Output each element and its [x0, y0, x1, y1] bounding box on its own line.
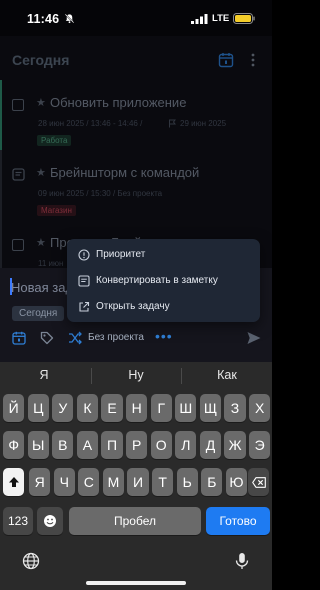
shuffle-icon[interactable]: [68, 331, 82, 345]
letter-key[interactable]: Ж: [224, 431, 246, 459]
backspace-key[interactable]: [248, 468, 269, 496]
menu-item-label: Приоритет: [96, 249, 146, 260]
external-link-icon: [79, 301, 90, 312]
letter-key[interactable]: Е: [101, 394, 123, 422]
letter-key[interactable]: В: [52, 431, 74, 459]
shift-key[interactable]: [3, 468, 24, 496]
letter-key[interactable]: Х: [249, 394, 271, 422]
date-chip[interactable]: Сегодня: [12, 306, 65, 321]
letter-key[interactable]: Я: [29, 468, 51, 496]
letter-key[interactable]: Щ: [199, 394, 222, 422]
microphone-icon[interactable]: [233, 552, 251, 570]
status-time: 11:46: [27, 12, 60, 26]
signal-icon: [191, 14, 208, 24]
numbers-key[interactable]: 123: [3, 507, 33, 535]
status-bar: 11:46 LTE: [0, 0, 272, 36]
letter-key[interactable]: Г: [150, 394, 172, 422]
project-selector[interactable]: Без проекта: [88, 332, 144, 343]
letter-key[interactable]: Б: [201, 468, 223, 496]
bell-slash-icon: [64, 13, 75, 24]
letter-key[interactable]: К: [76, 394, 99, 422]
calendar-icon[interactable]: [12, 331, 26, 345]
suggestion[interactable]: Я: [14, 368, 74, 382]
send-icon[interactable]: [246, 330, 262, 346]
letter-key[interactable]: М: [102, 468, 125, 496]
more-horizontal-icon[interactable]: •••: [155, 328, 173, 344]
menu-item-convert-to-note[interactable]: Конвертировать в заметку: [67, 268, 260, 294]
suggestion-divider: [181, 368, 182, 384]
letter-key[interactable]: И: [127, 468, 149, 496]
letter-key[interactable]: Ь: [176, 468, 198, 496]
tag-icon[interactable]: [40, 331, 54, 345]
letter-key[interactable]: О: [150, 431, 172, 459]
letter-key[interactable]: З: [224, 394, 246, 422]
note-icon: [78, 275, 90, 287]
letter-key[interactable]: Э: [249, 431, 271, 459]
context-menu: Приоритет Конвертировать в заметку Откры…: [67, 239, 260, 322]
space-key[interactable]: Пробел: [69, 507, 201, 535]
shift-icon: [8, 477, 19, 487]
menu-item-label: Конвертировать в заметку: [96, 275, 218, 286]
letter-key[interactable]: Й: [3, 394, 25, 422]
letter-key[interactable]: Ю: [225, 468, 248, 496]
info-circle-icon: [78, 249, 90, 261]
backspace-icon: [251, 477, 266, 488]
done-key[interactable]: Готово: [206, 507, 270, 535]
emoji-icon: [44, 515, 56, 527]
menu-item-priority[interactable]: Приоритет: [67, 242, 260, 268]
letter-key[interactable]: Р: [126, 431, 148, 459]
letter-key[interactable]: Д: [199, 431, 222, 459]
emoji-key[interactable]: [37, 507, 63, 535]
network-type: LTE: [212, 13, 230, 24]
globe-icon[interactable]: [22, 552, 40, 570]
letter-key[interactable]: С: [78, 468, 100, 496]
suggestion-divider: [91, 368, 92, 384]
letter-key[interactable]: Ш: [175, 394, 197, 422]
letter-key[interactable]: Ы: [27, 431, 49, 459]
letter-key[interactable]: П: [101, 431, 123, 459]
letter-key[interactable]: Ц: [27, 394, 49, 422]
letter-key[interactable]: Ф: [3, 431, 25, 459]
letter-key[interactable]: А: [76, 431, 99, 459]
suggestion[interactable]: Ну: [106, 368, 166, 382]
letter-key[interactable]: Ч: [53, 468, 75, 496]
menu-item-label: Открыть задачу: [96, 301, 170, 312]
letter-key[interactable]: Т: [152, 468, 174, 496]
suggestion[interactable]: Как: [197, 368, 257, 382]
home-indicator: [86, 581, 186, 585]
letter-key[interactable]: У: [52, 394, 74, 422]
letter-key[interactable]: Н: [126, 394, 148, 422]
battery-icon: [233, 13, 255, 24]
letter-key[interactable]: Л: [175, 431, 197, 459]
menu-item-open-task[interactable]: Открыть задачу: [67, 294, 260, 320]
